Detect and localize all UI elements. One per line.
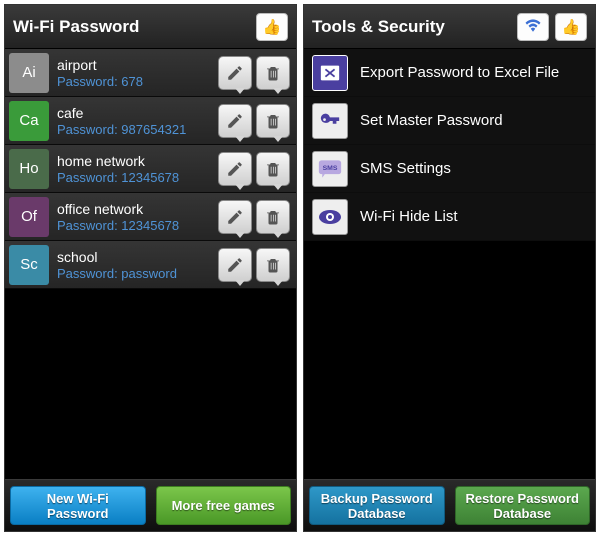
network-password: Password: password <box>57 266 218 282</box>
new-wifi-password-button[interactable]: New Wi-Fi Password <box>10 486 146 525</box>
list-item-info: airport Password: 678 <box>53 56 218 90</box>
network-name: home network <box>57 152 218 170</box>
trash-icon <box>264 112 282 130</box>
list-item-actions <box>218 104 290 138</box>
list-item[interactable]: Ho home network Password: 12345678 <box>5 145 296 193</box>
list-item[interactable]: Sc school Password: password <box>5 241 296 289</box>
pencil-icon <box>226 256 244 274</box>
more-free-games-button[interactable]: More free games <box>156 486 292 525</box>
screen-wifi-passwords: Wi-Fi Password 👍 Ai airport Password: 67… <box>4 4 297 532</box>
edit-button[interactable] <box>218 104 252 138</box>
edit-button[interactable] <box>218 248 252 282</box>
list-item-export-excel[interactable]: Export Password to Excel File <box>304 49 595 97</box>
network-name: school <box>57 248 218 266</box>
list-item-label: Wi-Fi Hide List <box>360 208 458 225</box>
wifi-button[interactable] <box>517 13 549 41</box>
like-button[interactable]: 👍 <box>256 13 288 41</box>
list-item[interactable]: Ai airport Password: 678 <box>5 49 296 97</box>
list-item-hide-list[interactable]: Wi-Fi Hide List <box>304 193 595 241</box>
trash-icon <box>264 208 282 226</box>
pencil-icon <box>226 64 244 82</box>
list-item-actions <box>218 152 290 186</box>
thumbs-up-icon: 👍 <box>562 18 581 36</box>
list-item-actions <box>218 200 290 234</box>
svg-text:SMS: SMS <box>323 164 338 171</box>
delete-button[interactable] <box>256 200 290 234</box>
list-item-info: school Password: password <box>53 248 218 282</box>
trash-icon <box>264 160 282 178</box>
titlebar: Wi-Fi Password 👍 <box>5 5 296 49</box>
password-list: Ai airport Password: 678 Ca cafe Passwor… <box>5 49 296 479</box>
tools-list: Export Password to Excel File Set Master… <box>304 49 595 479</box>
excel-icon <box>312 55 348 91</box>
page-title: Wi-Fi Password <box>13 17 250 37</box>
edit-button[interactable] <box>218 56 252 90</box>
titlebar: Tools & Security 👍 <box>304 5 595 49</box>
trash-icon <box>264 64 282 82</box>
list-item-label: Set Master Password <box>360 112 503 129</box>
pencil-icon <box>226 208 244 226</box>
list-item-label: Export Password to Excel File <box>360 64 559 81</box>
screen-tools-security: Tools & Security 👍 Export Password to Ex… <box>303 4 596 532</box>
list-item[interactable]: Ca cafe Password: 987654321 <box>5 97 296 145</box>
sms-icon: SMS <box>312 151 348 187</box>
avatar: Ho <box>9 149 49 189</box>
network-name: cafe <box>57 104 218 122</box>
list-item[interactable]: Of office network Password: 12345678 <box>5 193 296 241</box>
list-item-master-password[interactable]: Set Master Password <box>304 97 595 145</box>
thumbs-up-icon: 👍 <box>263 18 282 36</box>
eye-icon <box>312 199 348 235</box>
delete-button[interactable] <box>256 56 290 90</box>
avatar: Ai <box>9 53 49 93</box>
list-item-sms-settings[interactable]: SMS SMS Settings <box>304 145 595 193</box>
trash-icon <box>264 256 282 274</box>
delete-button[interactable] <box>256 248 290 282</box>
network-name: office network <box>57 200 218 218</box>
edit-button[interactable] <box>218 152 252 186</box>
page-title: Tools & Security <box>312 17 511 37</box>
key-icon <box>312 103 348 139</box>
network-password: Password: 987654321 <box>57 122 218 138</box>
list-item-actions <box>218 56 290 90</box>
avatar: Of <box>9 197 49 237</box>
list-item-actions <box>218 248 290 282</box>
wifi-icon <box>524 18 542 35</box>
list-item-label: SMS Settings <box>360 160 451 177</box>
footer-bar: Backup Password Database Restore Passwor… <box>304 479 595 531</box>
network-password: Password: 678 <box>57 74 218 90</box>
network-password: Password: 12345678 <box>57 218 218 234</box>
restore-database-button[interactable]: Restore Password Database <box>455 486 591 525</box>
network-name: airport <box>57 56 218 74</box>
like-button[interactable]: 👍 <box>555 13 587 41</box>
network-password: Password: 12345678 <box>57 170 218 186</box>
delete-button[interactable] <box>256 152 290 186</box>
list-item-info: home network Password: 12345678 <box>53 152 218 186</box>
edit-button[interactable] <box>218 200 252 234</box>
footer-bar: New Wi-Fi Password More free games <box>5 479 296 531</box>
avatar: Sc <box>9 245 49 285</box>
backup-database-button[interactable]: Backup Password Database <box>309 486 445 525</box>
list-item-info: office network Password: 12345678 <box>53 200 218 234</box>
pencil-icon <box>226 160 244 178</box>
pencil-icon <box>226 112 244 130</box>
delete-button[interactable] <box>256 104 290 138</box>
list-item-info: cafe Password: 987654321 <box>53 104 218 138</box>
avatar: Ca <box>9 101 49 141</box>
